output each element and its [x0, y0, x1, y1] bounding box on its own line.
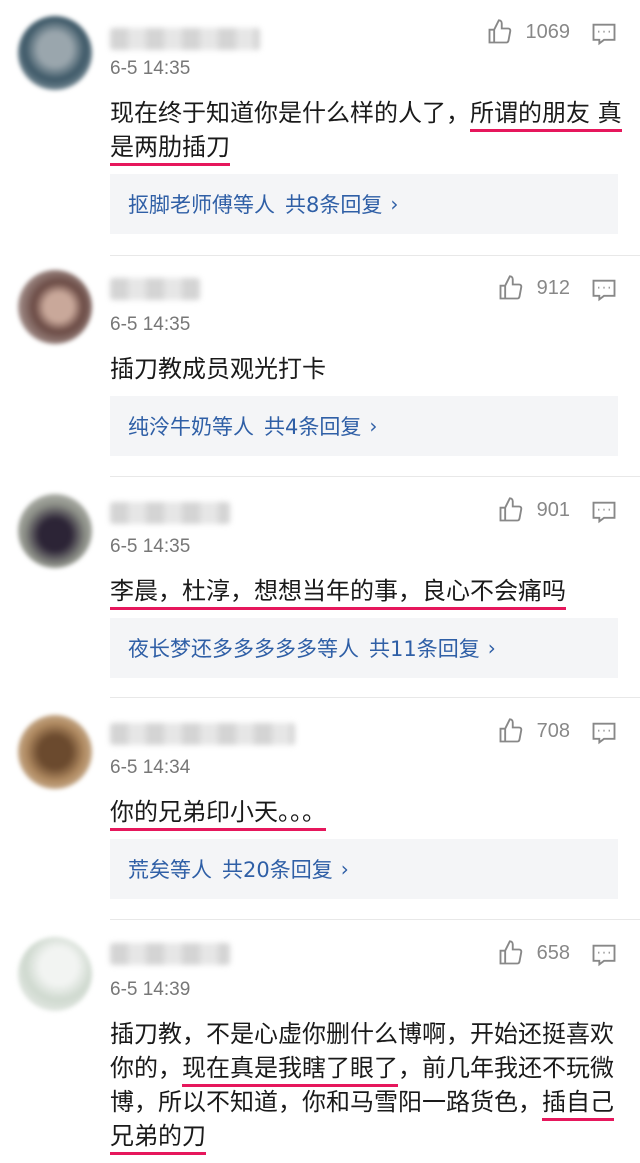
reply-count[interactable]: 共20条回复	[222, 854, 333, 884]
comment-text: 插刀教成员观光打卡	[110, 355, 326, 383]
like-count: 901	[536, 498, 570, 521]
comment-time: 6-5 14:35	[110, 314, 191, 335]
chevron-right-icon: ›	[390, 192, 399, 216]
comment-icon[interactable]	[590, 276, 618, 304]
divider	[110, 255, 640, 256]
reply-suffix: 等人	[170, 858, 212, 882]
like-count: 1069	[525, 20, 571, 43]
thumbs-up-icon	[499, 497, 522, 522]
replies-summary[interactable]: 纯泠牛奶 等人 共4条回复 ›	[110, 396, 618, 456]
comment-icon[interactable]	[590, 498, 618, 526]
thumbs-up-icon	[499, 275, 522, 300]
thumbs-up-icon	[499, 718, 522, 743]
username-blurred[interactable]	[110, 502, 230, 524]
thumbs-up-icon	[499, 940, 522, 965]
comment-time: 6-5 14:39	[110, 979, 191, 1000]
comment-text: 你的兄弟印小天。。。	[110, 795, 630, 831]
username-blurred[interactable]	[110, 723, 295, 745]
comment-time: 6-5 14:35	[110, 58, 191, 79]
comment-time: 6-5 14:35	[110, 536, 191, 557]
reply-count[interactable]: 共4条回复	[264, 411, 361, 441]
comment-icon[interactable]	[590, 719, 618, 747]
underlined-text: 李晨，杜淳，想想当年的事，良心不会痛吗	[110, 577, 566, 610]
underlined-text: 现在真是我瞎了眼了	[182, 1054, 398, 1087]
thumbs-up-icon	[488, 19, 511, 44]
replies-summary[interactable]: 夜长梦还多多多多多 等人 共11条回复 ›	[110, 618, 618, 678]
like-button[interactable]: 658	[497, 939, 570, 967]
reply-count[interactable]: 共8条回复	[285, 189, 382, 219]
username-blurred[interactable]	[110, 28, 260, 50]
reply-suffix: 等人	[212, 415, 254, 439]
reply-suffix: 等人	[233, 193, 275, 217]
reply-suffix: 等人	[317, 637, 359, 661]
like-count: 912	[536, 276, 570, 299]
avatar[interactable]	[18, 715, 92, 789]
avatar[interactable]	[18, 270, 92, 344]
replies-summary[interactable]: 荒矣 等人 共20条回复 ›	[110, 839, 618, 899]
avatar[interactable]	[18, 16, 92, 90]
username-blurred[interactable]	[110, 943, 230, 965]
like-count: 658	[536, 941, 570, 964]
like-button[interactable]: 901	[497, 496, 570, 524]
divider	[110, 476, 640, 477]
reply-user-names[interactable]: 纯泠牛奶	[128, 411, 212, 441]
username-blurred[interactable]	[110, 278, 200, 300]
divider	[110, 697, 640, 698]
reply-user-names[interactable]: 抠脚老师傅	[128, 189, 233, 219]
avatar[interactable]	[18, 494, 92, 568]
divider	[110, 919, 640, 920]
comment-time: 6-5 14:34	[110, 757, 191, 778]
chevron-right-icon: ›	[340, 857, 349, 881]
underlined-text: 你的兄弟印小天。。。	[110, 798, 326, 831]
like-button[interactable]: 708	[497, 717, 570, 745]
reply-count[interactable]: 共11条回复	[369, 633, 480, 663]
reply-user-names[interactable]: 荒矣	[128, 854, 170, 884]
like-button[interactable]: 1069	[486, 18, 571, 46]
comment-icon[interactable]	[590, 941, 618, 969]
comment-text: 插刀教，不是心虚你删什么博啊，开始还挺喜欢你的，现在真是我瞎了眼了，前几年我还不…	[110, 1017, 630, 1155]
comment-text: 现在终于知道你是什么样的人了，所谓的朋友 真是两肋插刀	[110, 96, 630, 166]
chevron-right-icon: ›	[487, 636, 496, 660]
comment-text: 李晨，杜淳，想想当年的事，良心不会痛吗	[110, 574, 630, 610]
replies-summary[interactable]: 抠脚老师傅 等人 共8条回复 ›	[110, 174, 618, 234]
like-count: 708	[536, 719, 570, 742]
reply-user-names[interactable]: 夜长梦还多多多多多	[128, 633, 317, 663]
chevron-right-icon: ›	[369, 414, 378, 438]
comment-icon[interactable]	[590, 20, 618, 48]
like-button[interactable]: 912	[497, 274, 570, 302]
avatar[interactable]	[18, 937, 92, 1011]
